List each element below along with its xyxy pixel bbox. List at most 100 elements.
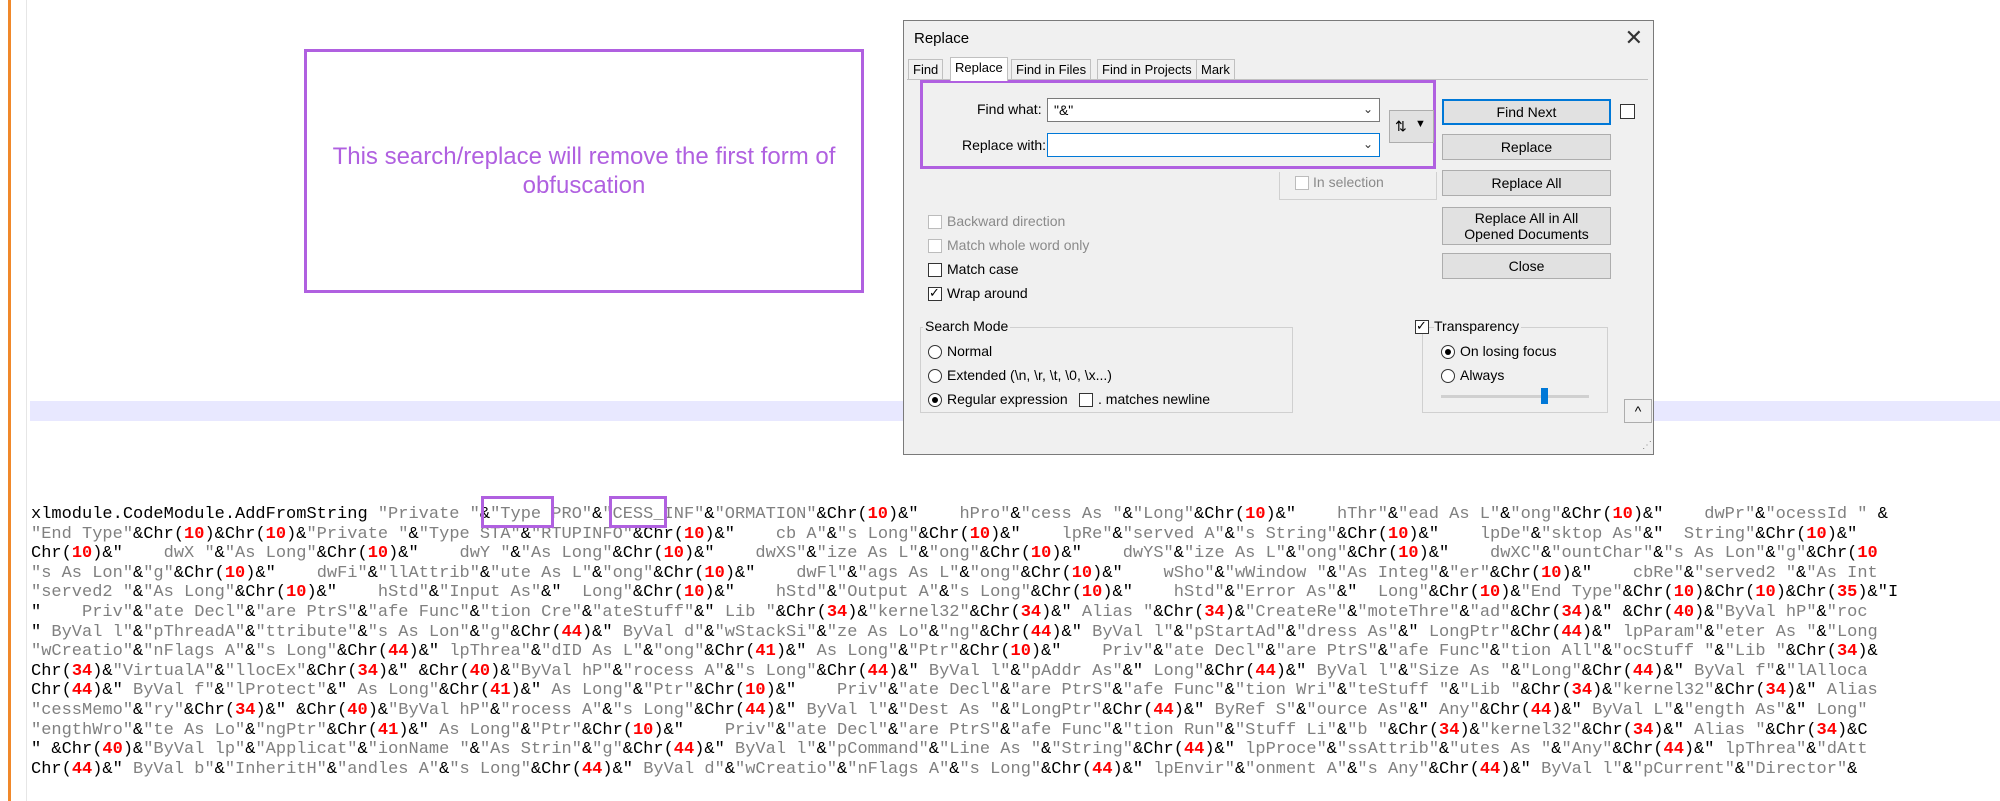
- code-token: )&: [1500, 583, 1521, 603]
- code-token: &: [439, 759, 450, 779]
- code-number: 44: [1092, 759, 1113, 779]
- tab-find-in-projects[interactable]: Find in Projects: [1097, 59, 1197, 80]
- close-button[interactable]: Close: [1442, 253, 1611, 279]
- backward-direction-checkbox[interactable]: [928, 215, 942, 229]
- code-string: "As Long": [143, 583, 236, 603]
- always-radio[interactable]: [1441, 369, 1455, 383]
- code-string: "afe Func": [1010, 720, 1113, 740]
- chevron-down-icon[interactable]: ⌄: [1363, 137, 1373, 151]
- tab-find[interactable]: Find: [908, 59, 944, 80]
- code-string: dwY ": [459, 544, 511, 564]
- code-token: )&: [1592, 681, 1613, 701]
- code-string: Priv": [1102, 642, 1154, 662]
- code-token: &: [520, 720, 531, 740]
- code-token: &: [133, 720, 144, 740]
- match-case-checkbox[interactable]: [928, 263, 942, 277]
- code-string: "b ": [1347, 720, 1389, 740]
- code-number: 44: [673, 740, 695, 760]
- code-token: )&": [1173, 700, 1215, 720]
- code-token: )&": [581, 622, 623, 642]
- regular-expression-radio[interactable]: [928, 393, 942, 407]
- code-line: xlmodule.CodeModule.AddFromString "Priva…: [31, 505, 1898, 525]
- matches-newline-checkbox[interactable]: [1079, 393, 1093, 407]
- tab-replace[interactable]: Replace: [950, 57, 1008, 81]
- chevron-down-icon[interactable]: ⌄: [1363, 102, 1373, 116]
- code-string: ByVal d": [622, 622, 705, 642]
- code-string: lpProce": [1245, 740, 1327, 760]
- code-token: &: [1224, 583, 1235, 603]
- code-string: hThr": [1336, 505, 1388, 524]
- code-string: "moteThre": [1357, 602, 1460, 622]
- resize-grip-icon[interactable]: ⋰: [1642, 440, 1998, 799]
- code-string: "String": [1051, 740, 1133, 760]
- close-icon[interactable]: ✕: [1625, 25, 1643, 51]
- tab-label: Find: [913, 62, 939, 77]
- code-number: 44: [71, 759, 93, 779]
- code-token: &Chr(: [1520, 681, 1572, 701]
- code-number: 10: [1479, 583, 1501, 603]
- code-token: Chr(: [31, 681, 72, 701]
- collapse-button[interactable]: ^: [1624, 399, 1652, 423]
- code-number: 40: [469, 661, 491, 681]
- code-string: "wStackSi": [714, 622, 817, 642]
- code-token: )&": [704, 524, 776, 544]
- replace-all-opened-button[interactable]: Replace All in All Opened Documents: [1442, 207, 1611, 245]
- code-string: "s As Lon": [31, 563, 134, 583]
- code-token: &Chr(: [133, 524, 185, 544]
- transparency-slider-track[interactable]: [1441, 395, 1589, 398]
- normal-label: Normal: [947, 343, 993, 359]
- code-number: 10: [367, 544, 389, 564]
- code-token: &: [133, 563, 144, 583]
- code-token: &: [510, 544, 521, 564]
- code-string: hStd": [775, 583, 827, 603]
- code-number: 10: [1612, 505, 1633, 524]
- tab-mark[interactable]: Mark: [1196, 59, 1235, 80]
- replace-button[interactable]: Replace: [1442, 134, 1611, 160]
- code-token: &: [898, 642, 909, 662]
- code-number: 34: [1204, 602, 1225, 622]
- on-losing-focus-label: On losing focus: [1460, 343, 1557, 359]
- always-label: Always: [1460, 367, 1505, 383]
- code-token: &Chr(: [1020, 563, 1072, 583]
- replace-all-opened-label: Replace All in All Opened Documents: [1464, 210, 1589, 242]
- code-string: "Dest As ": [898, 700, 1001, 720]
- replace-all-label: Replace All: [1491, 175, 1562, 191]
- code-string: "ORMATION": [714, 505, 817, 524]
- code-token: &: [245, 740, 256, 760]
- code-token: &: [428, 583, 440, 603]
- normal-radio[interactable]: [928, 345, 942, 359]
- code-string: "ong": [928, 544, 980, 564]
- code-token: &: [928, 740, 940, 760]
- code-number: 34: [1439, 720, 1460, 740]
- code-line: " Priv"&"ate Decl"&"are PtrS"&"afe Func"…: [31, 603, 1898, 623]
- tab-label: Mark: [1201, 62, 1230, 77]
- in-selection-checkbox[interactable]: [1295, 176, 1309, 190]
- code-token: &Chr(: [1428, 759, 1480, 779]
- wrap-around-checkbox[interactable]: [928, 285, 942, 301]
- extended-radio[interactable]: [928, 369, 942, 383]
- transparency-slider-thumb[interactable]: [1541, 388, 1548, 404]
- replace-all-button[interactable]: Replace All: [1442, 170, 1611, 196]
- code-string: "As Long": [224, 544, 317, 564]
- on-losing-focus-radio[interactable]: [1441, 345, 1455, 359]
- match-whole-word-checkbox[interactable]: [928, 239, 942, 253]
- replace-with-combo[interactable]: ⌄: [1047, 133, 1380, 157]
- code-token: )&: [847, 602, 868, 622]
- code-token: &Chr(: [969, 602, 1021, 622]
- swap-find-replace-button[interactable]: ⇅ ▼: [1389, 110, 1434, 143]
- code-number: 10: [71, 544, 93, 564]
- find-next-button[interactable]: Find Next: [1442, 99, 1611, 125]
- dropdown-icon[interactable]: ▼: [1415, 118, 1426, 130]
- code-string: Long": [1377, 583, 1429, 603]
- code-editor[interactable]: xlmodule.CodeModule.AddFromString "Priva…: [31, 505, 1898, 779]
- transparency-checkbox[interactable]: [1415, 318, 1429, 334]
- code-token: &Chr(: [1041, 759, 1093, 779]
- code-token: &: [1000, 700, 1011, 720]
- tab-find-in-files[interactable]: Find in Files: [1011, 59, 1092, 80]
- code-string: "served A": [1122, 524, 1225, 544]
- code-token: )&": [1112, 759, 1154, 779]
- find-next-option-checkbox[interactable]: [1620, 104, 1635, 119]
- code-token: &": [1337, 583, 1378, 603]
- code-token: &: [1153, 642, 1164, 662]
- find-what-combo[interactable]: "&" ⌄: [1047, 98, 1380, 122]
